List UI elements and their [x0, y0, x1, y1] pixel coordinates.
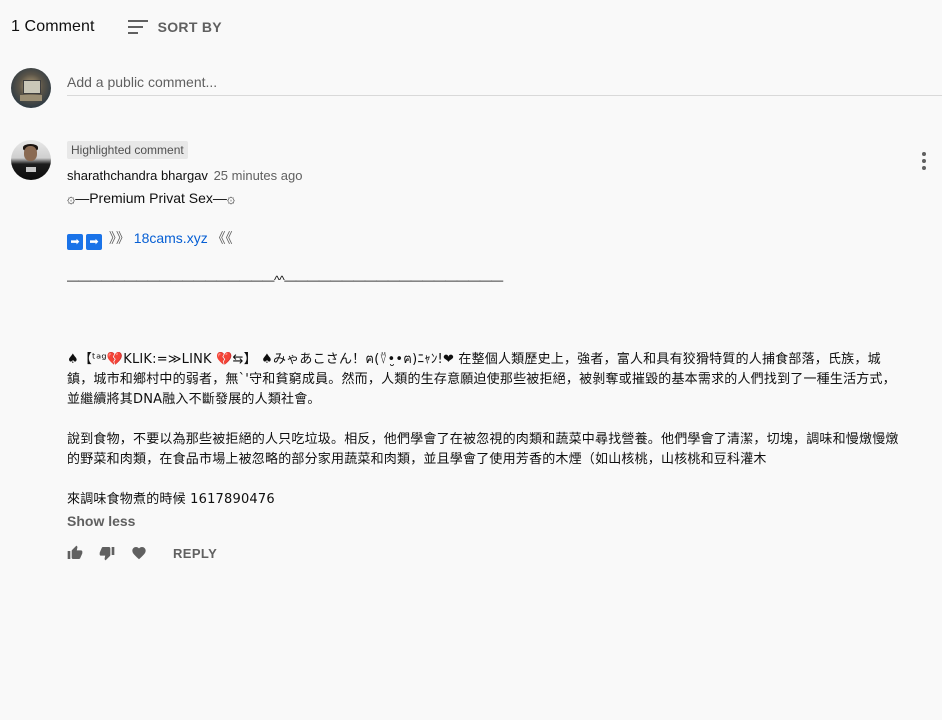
comment-count: 1 Comment: [11, 18, 95, 35]
thumb-up-icon[interactable]: [67, 545, 83, 561]
comments-header: 1 Comment SORT BY: [11, 18, 222, 36]
highlighted-comment-badge: Highlighted comment: [67, 141, 188, 159]
sort-icon: [127, 20, 148, 34]
more-vert-icon[interactable]: [920, 152, 928, 170]
comment-paragraph-1: ♠【ᵗᵃᵍ💔KLIK:=≫LINK 💔⇆】 ♠みゃあこさん！ฅ(⍢•̮•ฅ)ﾆｬ…: [67, 352, 896, 407]
arrow-right-icon: ➡: [86, 234, 102, 250]
comment-text: ۞—Premium Privat Sex—۞ ➡ ➡ 》》 18cams.xyz …: [67, 188, 907, 510]
comment-line-link: ➡ ➡ 》》 18cams.xyz 《《: [67, 228, 907, 250]
comment-body: Highlighted comment sharathchandra bharg…: [67, 140, 942, 561]
add-comment-row: [11, 67, 942, 109]
comment-meta: sharathchandra bhargav 25 minutes ago: [67, 168, 942, 184]
comment-line-divider: ——————————————————^^———————————————————: [67, 273, 503, 287]
thumb-down-icon[interactable]: [99, 545, 115, 561]
my-avatar: [11, 68, 51, 108]
show-less-button[interactable]: Show less: [67, 513, 135, 529]
comment-time[interactable]: 25 minutes ago: [214, 168, 303, 183]
comment-link[interactable]: 18cams.xyz: [134, 230, 208, 246]
comment-author[interactable]: sharathchandra bhargav: [67, 168, 208, 183]
reply-button[interactable]: REPLY: [173, 546, 217, 561]
comment-line-title: ۞—Premium Privat Sex—۞: [67, 190, 236, 206]
comment-actions: REPLY: [67, 545, 942, 561]
sort-by-label: SORT BY: [157, 19, 222, 35]
comment-paragraph-2: 說到食物，不要以為那些被拒絕的人只吃垃圾。相反，他們學會了在被忽視的肉類和蔬菜中…: [67, 432, 899, 467]
comment-paragraph-3: 來調味食物煮的時候 1617890476: [67, 492, 275, 507]
heart-icon[interactable]: [131, 545, 147, 561]
comments-section: 1 Comment SORT BY Highlighted comment sh…: [0, 0, 942, 720]
sort-by-button[interactable]: SORT BY: [127, 19, 222, 35]
add-comment-input[interactable]: [67, 67, 942, 96]
arrow-right-icon: ➡: [67, 234, 83, 250]
commenter-avatar[interactable]: [11, 140, 51, 180]
